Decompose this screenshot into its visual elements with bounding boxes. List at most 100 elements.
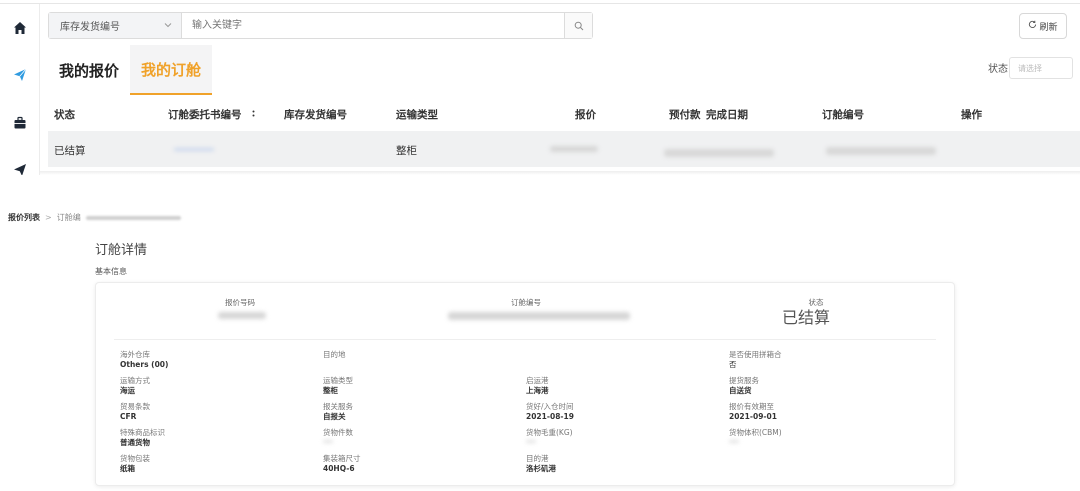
field-label: 报关服务 [323,402,353,411]
breadcrumb: 报价列表 > 订舱编 [8,212,181,223]
field-label: 货物体积(CBM) [729,428,782,437]
field-packaging: 货物包装 纸箱 [120,454,150,474]
redacted-value [729,440,739,443]
tab-my-bookings[interactable]: 我的订舱 [130,45,212,95]
field-value: 自送货 [729,386,752,395]
field-value: 整柜 [323,386,338,395]
field-transport-mode: 运输方式 海运 [120,376,150,396]
paper-plane-icon[interactable] [12,67,28,83]
field-transport-type: 运输类型 整柜 [323,376,353,396]
field-use-lcl: 是否使用拼箱合否 [729,350,782,370]
row-transport-type: 整柜 [396,145,417,157]
field-label: 集装箱尺寸 [323,454,361,463]
field-label: 海外仓库 [120,350,150,359]
search-input[interactable] [182,13,564,38]
booking-no-label: 订舱编号 [511,298,541,307]
field-label: 目的地 [323,350,346,359]
field-value: 2021-08-19 [526,412,574,421]
redacted-booking-no [826,147,936,155]
field-trade-terms: 贸易条款 CFR [120,402,150,422]
field-cargo-ready-date: 货好/入仓时间 2021-08-19 [526,402,574,422]
field-value: 上海港 [526,386,549,395]
sort-icon[interactable] [251,109,256,121]
col-transport-type[interactable]: 运输类型 [396,107,438,122]
breadcrumb-separator: > [45,213,52,222]
page-title: 订舱详情 [95,243,148,258]
col-quote[interactable]: 报价 [575,107,596,122]
field-label: 贸易条款 [120,402,150,411]
field-value: CFR [120,412,137,421]
chevron-down-icon [164,21,172,32]
search-button[interactable] [564,13,592,38]
field-label: 货物件数 [323,428,353,437]
app-window: 库存发货编号 刷新 我的报价 我的订舱 状态 请选择 状态 订舱委托书编号 [0,0,1080,491]
field-label: 报价有效期至 [729,402,774,411]
redacted-quote [550,146,598,152]
field-label: 运输类型 [323,376,353,385]
table-header: 状态 订舱委托书编号 库存发货编号 运输类型 报价 预付款 完成日期 订舱编号 … [48,96,1080,130]
col-booking-no[interactable]: 订舱编号 [822,107,864,122]
search-field-select-value: 库存发货编号 [60,22,120,33]
field-value: 洛杉矶港 [526,464,556,473]
field-value: 40HQ-6 [323,464,355,473]
table-row[interactable]: 已结算 整柜 [48,131,1080,167]
field-value: 自报关 [323,412,346,421]
redacted-breadcrumb [85,215,181,220]
divider [40,171,1080,175]
col-stock-shipment-no[interactable]: 库存发货编号 [284,107,347,122]
field-value: 2021-09-01 [729,412,777,421]
tab-my-quotes[interactable]: 我的报价 [48,45,130,95]
field-value: 否 [729,360,737,369]
breadcrumb-parent[interactable]: 报价列表 [8,212,40,223]
field-label: 是否使用拼箱合 [729,350,782,359]
field-gross-weight: 货物毛重(KG) [526,428,573,438]
field-label: 运输方式 [120,376,150,385]
briefcase-icon[interactable] [12,115,28,131]
redacted-value [323,440,333,443]
col-status[interactable]: 状态 [54,107,75,122]
redacted-quote-no [218,312,266,319]
status-filter-label: 状态 [988,64,1008,75]
field-special-goods: 特殊商品标识 普通货物 [120,428,165,448]
search-field-select[interactable]: 库存发货编号 [49,13,182,38]
divider [0,3,1080,4]
sidebar [0,4,40,175]
refresh-button[interactable]: 刷新 [1019,13,1067,39]
search-bar: 库存发货编号 [48,12,593,39]
col-actions[interactable]: 操作 [961,107,982,122]
field-port-of-destination: 目的港 洛杉矶港 [526,454,556,474]
field-label: 目的港 [526,454,549,463]
field-label: 特殊商品标识 [120,428,165,437]
quote-no-label: 报价号码 [225,298,255,307]
status-filter-select[interactable]: 请选择 [1009,57,1073,79]
field-customs-service: 报关服务 自报关 [323,402,353,422]
redacted-finish-date [664,149,774,157]
field-quote-valid-until: 报价有效期至 2021-09-01 [729,402,777,422]
field-destination: 目的地 [323,350,346,360]
field-value: 普通货物 [120,438,150,447]
field-pickup-service: 提货服务 自送货 [729,376,759,396]
refresh-icon [1028,20,1037,32]
field-container-size: 集装箱尺寸 40HQ-6 [323,454,361,474]
refresh-label: 刷新 [1039,22,1058,33]
field-label: 货物包装 [120,454,150,463]
send-icon[interactable] [12,164,28,175]
field-label: 启运港 [526,376,549,385]
col-booking-entrust-no[interactable]: 订舱委托书编号 [168,107,256,122]
field-port-of-loading: 启运港 上海港 [526,376,549,396]
field-value: 海运 [120,386,135,395]
field-label: 提货服务 [729,376,759,385]
field-label: 货物毛重(KG) [526,428,573,437]
redacted-link[interactable] [174,148,214,151]
field-volume: 货物体积(CBM) [729,428,782,438]
field-overseas-warehouse: 海外仓库 Others (00) [120,350,168,370]
divider [114,339,936,340]
status-value: 已结算 [782,308,831,327]
col-prepayment[interactable]: 预付款 [669,107,701,122]
field-package-count: 货物件数 [323,428,353,438]
search-icon [574,16,584,35]
col-finish-date[interactable]: 完成日期 [706,107,748,122]
field-value: Others (00) [120,360,169,369]
home-icon[interactable] [12,20,28,36]
redacted-booking-no [448,312,630,320]
